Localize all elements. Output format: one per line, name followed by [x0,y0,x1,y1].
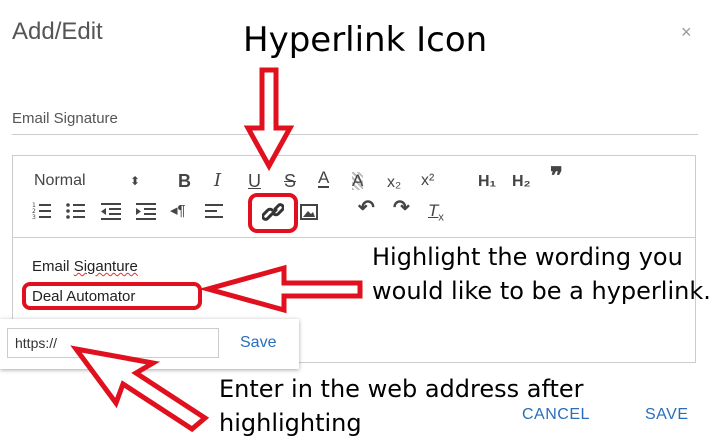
field-label: Email Signature [12,110,118,127]
dialog-title: Add/Edit [12,18,103,45]
indent-icon[interactable] [136,202,156,220]
redo-icon[interactable]: ↷ [393,198,410,218]
toolbar-divider [13,237,695,238]
link-popup: Save [0,319,299,369]
image-icon[interactable] [300,204,318,220]
italic-button[interactable]: I [214,172,221,190]
font-color-button[interactable]: A [318,169,330,188]
rtl-icon[interactable]: ◂¶ [170,202,186,220]
align-icon[interactable] [205,202,223,220]
format-select[interactable]: Normal ⬍ [34,172,140,190]
underline-button[interactable]: U [248,172,261,190]
down-arrow-annotation [243,67,295,172]
link-url-input[interactable] [7,328,219,358]
annotation-highlight-note: Highlight the wording you would like to … [372,243,711,305]
editor-misspelled-word: Siganture [73,258,138,275]
link-save-button[interactable]: Save [240,334,276,352]
clear-format-icon[interactable]: Tx [428,202,444,226]
ordered-list-icon[interactable]: 123 [32,202,52,220]
subscript-button[interactable]: x₂ [387,174,401,192]
h1-button[interactable]: H₁ [478,173,496,191]
undo-icon[interactable]: ↶ [358,198,375,218]
field-underline [12,134,698,135]
link-icon-box-annotation [248,193,298,233]
blockquote-button[interactable]: ❞ [550,165,563,189]
background-color-button[interactable]: A [352,172,364,190]
save-button[interactable]: SAVE [645,406,689,424]
svg-text:3: 3 [32,214,36,220]
strike-button[interactable]: S [284,172,296,190]
bullet-list-icon[interactable] [66,202,86,220]
editor-line-1[interactable]: Email Siganture [32,258,138,275]
bold-button[interactable]: B [178,172,191,190]
outdent-icon[interactable] [101,202,121,220]
format-select-value: Normal [34,172,86,189]
h2-button[interactable]: H₂ [512,173,531,191]
cancel-button[interactable]: CANCEL [522,406,590,424]
editor-text-prefix: Email [32,258,74,275]
highlight-box-annotation [22,282,202,310]
close-icon[interactable]: × [681,22,692,43]
updown-caret-icon: ⬍ [130,174,141,188]
superscript-button[interactable]: x² [421,172,434,190]
annotation-hyperlink-title: Hyperlink Icon [243,20,488,60]
